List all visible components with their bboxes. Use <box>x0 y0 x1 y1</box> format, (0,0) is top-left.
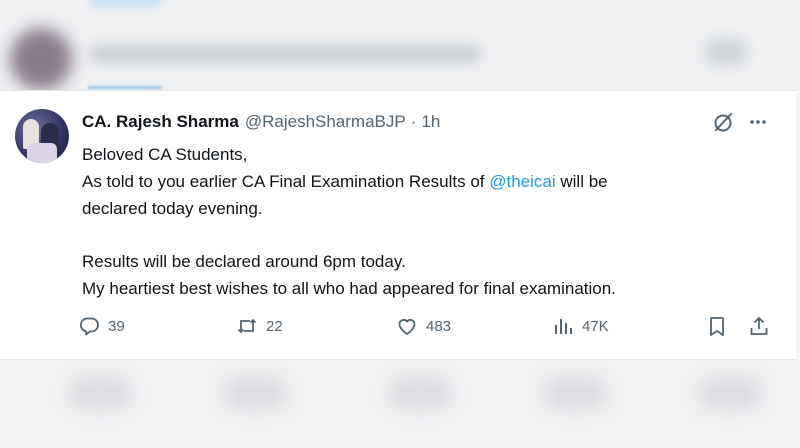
timestamp[interactable]: 1h <box>421 112 440 132</box>
text-line: Results will be declared around 6pm toda… <box>82 252 406 271</box>
blurred-icon <box>706 40 746 64</box>
views-count: 47K <box>582 317 609 335</box>
author-handle[interactable]: @RajeshSharmaBJP <box>245 112 406 132</box>
separator-dot: · <box>410 112 417 131</box>
share-button[interactable] <box>748 315 770 337</box>
like-count: 483 <box>426 317 452 335</box>
blurred-tab-indicator <box>88 86 162 89</box>
tweet-header: CA. Rajesh Sharma @RajeshSharmaBJP · 1h <box>82 111 440 133</box>
blurred-previous-tweet <box>0 0 800 90</box>
text-line: declared today evening. <box>82 199 263 218</box>
repost-button[interactable]: 22 <box>236 315 283 337</box>
blurred-button <box>88 0 162 8</box>
like-icon <box>396 315 418 337</box>
repost-icon <box>236 315 258 337</box>
text-line: My heartiest best wishes to all who had … <box>82 279 616 298</box>
repost-count: 22 <box>266 317 283 335</box>
bookmark-button[interactable] <box>706 315 728 337</box>
tweet-card[interactable]: CA. Rajesh Sharma @RajeshSharmaBJP · 1h … <box>0 90 796 360</box>
reply-icon <box>78 315 100 337</box>
share-icon <box>748 315 770 337</box>
views-icon <box>552 315 574 337</box>
bookmark-icon <box>706 315 728 337</box>
text-line: Beloved CA Students, <box>82 145 248 164</box>
grok-icon[interactable] <box>712 111 734 133</box>
views-button[interactable]: 47K <box>552 315 609 337</box>
tweet-text: Beloved CA Students, As told to you earl… <box>82 141 772 302</box>
blurred-avatar <box>10 28 72 90</box>
avatar[interactable] <box>15 109 69 163</box>
like-button[interactable]: 483 <box>396 315 451 337</box>
author-name[interactable]: CA. Rajesh Sharma <box>82 112 239 132</box>
text-line: As told to you earlier CA Final Examinat… <box>82 172 608 191</box>
reply-count: 39 <box>108 317 125 335</box>
blurred-text <box>90 46 480 62</box>
more-icon[interactable] <box>748 112 768 132</box>
blurred-next-tweet <box>0 360 800 448</box>
action-bar: 39 22 483 47K <box>78 315 778 339</box>
reply-button[interactable]: 39 <box>78 315 125 337</box>
mention-link[interactable]: @theicai <box>489 172 555 191</box>
